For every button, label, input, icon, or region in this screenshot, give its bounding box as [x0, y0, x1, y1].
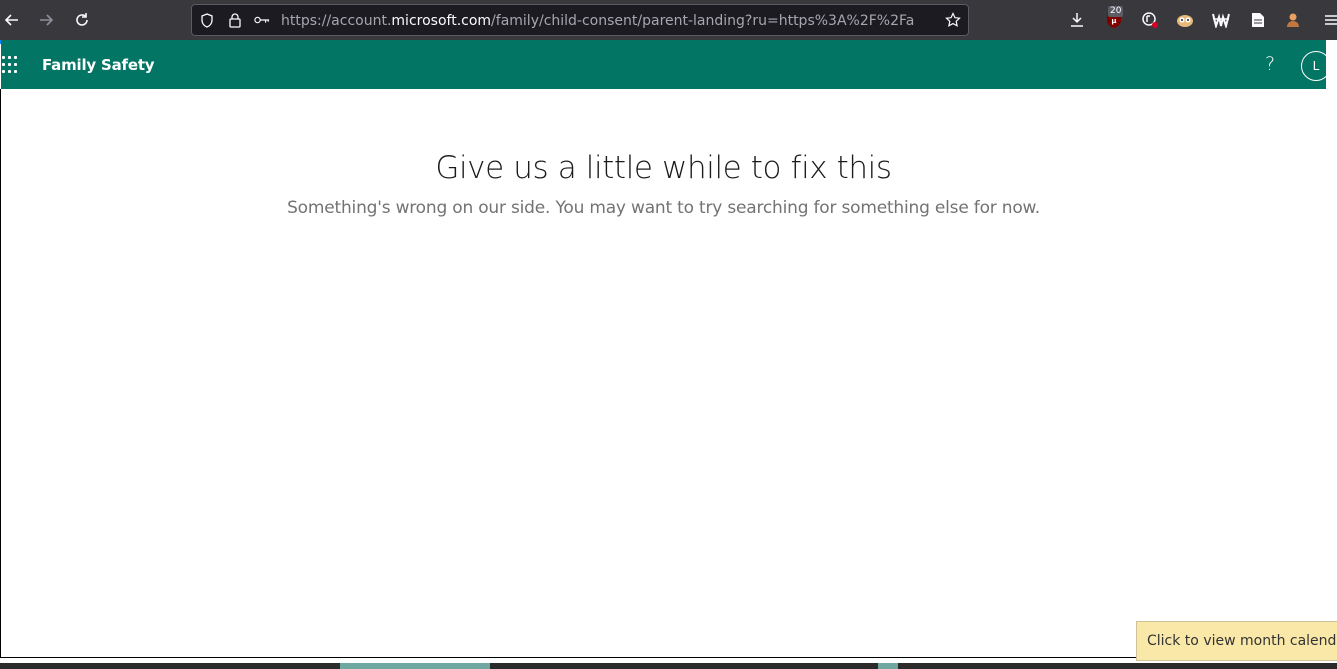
taskbar: [0, 663, 1337, 669]
privacy-extension-icon[interactable]: [1140, 10, 1160, 30]
document-extension-icon[interactable]: [1248, 10, 1268, 30]
reload-button[interactable]: [70, 8, 94, 32]
arrow-right-icon: [40, 14, 54, 26]
app-title[interactable]: Family Safety: [42, 56, 155, 74]
calendar-tooltip: Click to view month calendar: [1136, 621, 1337, 661]
url-prefix: https://account.: [281, 13, 392, 29]
lock-icon[interactable]: [227, 12, 243, 28]
help-button[interactable]: ?: [1260, 52, 1280, 76]
browser-toolbar: https://account.microsoft.com/family/chi…: [0, 0, 1337, 40]
person-extension-icon[interactable]: [1283, 10, 1303, 30]
back-button[interactable]: [0, 8, 24, 32]
star-icon[interactable]: [945, 12, 961, 28]
page-edge: [1327, 89, 1337, 669]
svg-text:μ: μ: [1111, 17, 1116, 25]
owl-extension-icon[interactable]: [1175, 10, 1195, 30]
app-launcher-icon[interactable]: [2, 56, 20, 74]
download-icon[interactable]: [1067, 10, 1087, 30]
reload-icon: [76, 13, 88, 26]
url-path: /family/child-consent/parent-landing?ru=…: [491, 13, 915, 29]
error-title: Give us a little while to fix this: [435, 150, 892, 186]
arrow-left-icon: [4, 14, 18, 26]
url-text[interactable]: https://account.microsoft.com/family/chi…: [281, 12, 941, 30]
address-bar[interactable]: https://account.microsoft.com/family/chi…: [191, 4, 969, 36]
taskbar-item[interactable]: [340, 663, 490, 669]
wayback-extension-icon[interactable]: [1211, 10, 1231, 30]
error-message: Something's wrong on our side. You may w…: [287, 198, 1040, 218]
url-host: microsoft.com: [391, 13, 492, 29]
key-icon[interactable]: [254, 12, 270, 28]
taskbar-item[interactable]: [878, 663, 898, 669]
app-header: Family Safety ? L: [1, 40, 1331, 89]
hamburger-icon[interactable]: [1321, 10, 1337, 30]
forward-button[interactable]: [34, 8, 58, 32]
shield-icon[interactable]: [199, 12, 215, 28]
extension-badge: 20: [1108, 6, 1124, 17]
avatar[interactable]: L: [1301, 51, 1331, 81]
